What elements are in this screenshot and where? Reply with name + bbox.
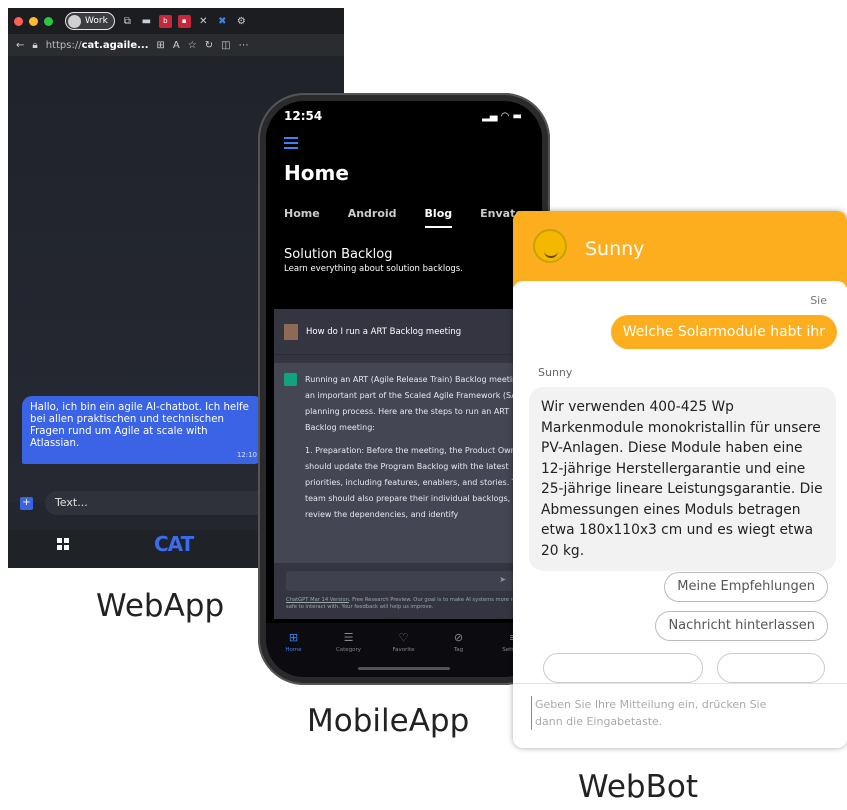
- chip-partial[interactable]: [717, 653, 825, 683]
- extension-icon[interactable]: ✖: [216, 15, 229, 28]
- caption-webbot: WebBot: [578, 769, 698, 805]
- star-icon[interactable]: ☆: [188, 40, 197, 51]
- showcase-canvas: Work ⧉ ▬ b ▪ ✕ ✖ ⚙ ← 🔒︎ https://cat.agai…: [0, 0, 847, 810]
- section-subtitle: Learn everything about solution backlogs…: [284, 264, 463, 274]
- webbot-widget: Sunny Sie Welche Solarmodule habt ihr Su…: [513, 211, 847, 748]
- message-time: 12:10: [236, 451, 257, 459]
- avatar: [68, 14, 81, 28]
- bot-message-input[interactable]: Geben Sie Ihre Mitteilung ein, drücken S…: [531, 696, 791, 730]
- close-window-button[interactable]: [14, 16, 23, 26]
- bot-message-bubble: Hallo, ich bin ein agile AI-chatbot. Ich…: [22, 396, 264, 464]
- phone-frame: 12:54 ▂▄ ◠ ▬ Home Home Android Blog Enva…: [258, 93, 550, 685]
- split-view-icon[interactable]: ◫: [221, 40, 230, 51]
- section-title: Solution Backlog: [284, 247, 393, 262]
- browser-tab-bar: Work ⧉ ▬ b ▪ ✕ ✖ ⚙: [8, 8, 344, 34]
- version-link[interactable]: ChatGPT Mar 14 Version: [286, 597, 349, 603]
- caption-mobileapp: MobileApp: [307, 703, 470, 739]
- chip-leave-message[interactable]: Nachricht hinterlassen: [655, 611, 828, 641]
- chip-recommendations[interactable]: Meine Empfehlungen: [664, 572, 828, 602]
- chatgpt-logo-icon: [284, 373, 297, 386]
- chatgpt-footer: ChatGPT Mar 14 Version. Free Research Pr…: [286, 597, 541, 610]
- sunny-avatar-icon: [533, 229, 567, 263]
- send-icon[interactable]: ➤: [499, 575, 506, 584]
- category-tabs: Home Android Blog Envato: [284, 207, 542, 228]
- maximize-window-button[interactable]: [44, 16, 53, 26]
- cat-logo: CAT: [154, 532, 194, 556]
- category-icon: ☰: [343, 631, 354, 644]
- bot-message-bubble: Wir verwenden 400-425 Wp Markenmodule mo…: [529, 387, 836, 571]
- add-icon[interactable]: +: [20, 496, 33, 510]
- more-icon[interactable]: ⋯: [239, 40, 249, 51]
- copy-tab-icon[interactable]: ⧉: [121, 15, 134, 28]
- bot-label: Sunny: [538, 366, 573, 379]
- profile-button[interactable]: Work: [65, 12, 115, 30]
- phone-screen: 12:54 ▂▄ ◠ ▬ Home Home Android Blog Enva…: [266, 101, 542, 677]
- back-arrow-icon[interactable]: ←: [16, 40, 24, 51]
- assistant-answer-row: Running an ART (Agile Release Train) Bac…: [274, 363, 542, 563]
- tab-favicon-icon[interactable]: b: [158, 14, 172, 28]
- bot-input-area[interactable]: Geben Sie Ihre Mitteilung ein, drücken S…: [513, 683, 847, 748]
- dashboard-icon[interactable]: [57, 538, 69, 550]
- user-message-bubble: Welche Solarmodule habt ihr: [610, 315, 837, 349]
- tab-home[interactable]: Home: [284, 207, 320, 228]
- user-question-row: How do I run a ART Backlog meeting: [274, 309, 542, 355]
- bot-message-text: Hallo, ich bin ein agile AI-chatbot. Ich…: [30, 402, 249, 449]
- answer-list-item: 1. Preparation: Before the meeting, the …: [305, 446, 527, 519]
- profile-label: Work: [85, 16, 108, 26]
- status-time: 12:54: [284, 109, 323, 123]
- address-bar: ← 🔒︎ https://cat.agaile... ⊞ A ☆ ↻ ◫ ⋯: [8, 34, 344, 56]
- user-question: How do I run a ART Backlog meeting: [306, 326, 462, 337]
- close-tab-icon[interactable]: ✕: [197, 15, 210, 28]
- url-field[interactable]: https://cat.agaile...: [46, 40, 149, 51]
- nav-home[interactable]: ⊞ Home: [266, 623, 321, 677]
- page-title: Home: [284, 161, 349, 185]
- user-label: Sie: [810, 294, 827, 307]
- hamburger-menu-icon[interactable]: [284, 137, 298, 152]
- lock-icon: 🔒︎: [32, 39, 38, 51]
- tab-android[interactable]: Android: [348, 207, 397, 228]
- caption-webapp: WebApp: [96, 588, 225, 624]
- chatgpt-panel: How do I run a ART Backlog meeting Runni…: [274, 309, 542, 619]
- tab-favicon-icon[interactable]: ▪: [177, 14, 191, 28]
- tab-icon[interactable]: ▬: [140, 15, 153, 28]
- gear-icon[interactable]: ⚙: [235, 15, 248, 28]
- home-indicator: [358, 667, 450, 670]
- home-grid-icon: ⊞: [288, 631, 299, 644]
- bot-header: Sunny: [513, 211, 847, 287]
- chip-partial[interactable]: [543, 653, 703, 683]
- answer-intro: Running an ART (Agile Release Train) Bac…: [305, 375, 532, 432]
- user-avatar: [284, 323, 298, 340]
- bot-conversation: Sie Welche Solarmodule habt ihr Sunny Wi…: [513, 281, 847, 748]
- apps-icon[interactable]: ⊞: [157, 40, 165, 51]
- refresh-icon[interactable]: ↻: [205, 40, 213, 51]
- status-icons: ▂▄ ◠ ▬: [482, 111, 522, 122]
- read-aloud-icon[interactable]: A: [173, 40, 180, 51]
- tab-blog[interactable]: Blog: [424, 207, 453, 228]
- heart-icon: ♡: [398, 631, 409, 644]
- tag-icon: ⊘: [453, 631, 464, 644]
- minimize-window-button[interactable]: [29, 16, 38, 26]
- chatgpt-input[interactable]: ➤: [286, 571, 514, 591]
- bot-name: Sunny: [585, 238, 645, 260]
